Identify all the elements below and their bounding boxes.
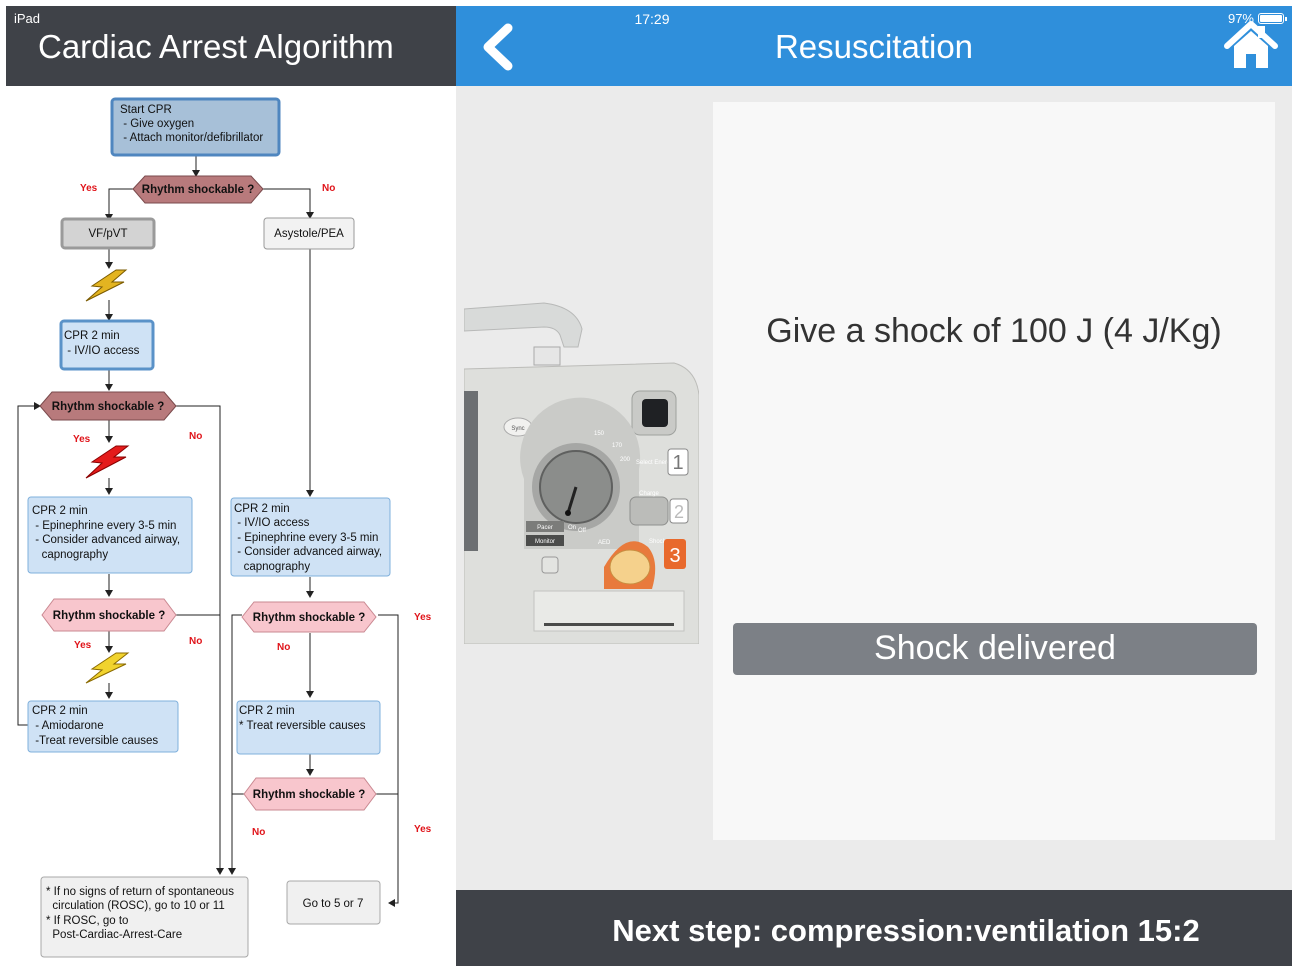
svg-text:* If no signs of return of spo: * If no signs of return of spontaneous xyxy=(46,886,234,898)
resuscitation-pane: 17:29 97% Resuscitation Sync 150 170 200… xyxy=(456,6,1292,966)
cpr-epinephrine-step: CPR 2 min - Epinephrine every 3-5 min - … xyxy=(27,496,193,574)
svg-text:- Epinephrine every 3-5 min: - Epinephrine every 3-5 min xyxy=(234,532,378,544)
svg-text:3: 3 xyxy=(669,545,680,567)
vf-pvt-step: VF/pVT xyxy=(60,217,156,250)
shock-bolt-icon xyxy=(85,269,128,302)
svg-text:Pacer: Pacer xyxy=(537,525,553,531)
svg-text:Charge: Charge xyxy=(639,491,659,497)
goto-step: Go to 5 or 7 xyxy=(286,880,381,925)
yes-label: Yes xyxy=(414,612,432,623)
svg-text:-Treat reversible causes: -Treat reversible causes xyxy=(32,735,158,747)
yes-label: Yes xyxy=(73,434,91,445)
yes-label: Yes xyxy=(414,824,432,835)
svg-text:CPR 2 min: CPR 2 min xyxy=(64,330,120,342)
svg-text:Rhythm shockable ?: Rhythm shockable ? xyxy=(253,612,365,624)
next-step-text: Next step: compression:ventilation 15:2 xyxy=(612,913,1200,948)
shock-bolt-icon xyxy=(85,652,130,684)
svg-text:On: On xyxy=(568,525,576,531)
page-title: Resuscitation xyxy=(774,28,974,65)
decision-rhythm-shockable-4: Rhythm shockable ? xyxy=(241,601,377,633)
svg-text:- Attach monitor/defibrillator: - Attach monitor/defibrillator xyxy=(120,132,263,144)
decision-rhythm-shockable-2: Rhythm shockable ? xyxy=(39,391,177,421)
next-step-bar: Next step: compression:ventilation 15:2 xyxy=(456,890,1292,966)
svg-text:VF/pVT: VF/pVT xyxy=(89,228,128,240)
svg-text:Rhythm shockable ?: Rhythm shockable ? xyxy=(52,401,164,413)
svg-text:Monitor: Monitor xyxy=(535,539,555,545)
svg-text:Go to 5 or 7: Go to 5 or 7 xyxy=(303,898,364,910)
svg-text:Start CPR: Start CPR xyxy=(120,104,172,116)
svg-text:circulation (ROSC), go to 10 o: circulation (ROSC), go to 10 or 11 xyxy=(46,900,225,912)
no-label: No xyxy=(252,827,265,838)
cpr-iv-epinephrine-step: CPR 2 min - IV/IO access - Epinephrine e… xyxy=(230,497,391,577)
shock-instruction: Give a shock of 100 J (4 J/Kg) xyxy=(766,312,1222,350)
no-label: No xyxy=(322,183,335,194)
svg-text:CPR 2 min: CPR 2 min xyxy=(239,705,295,717)
cardiac-arrest-flowchart[interactable]: Start CPR - Give oxygen - Attach monitor… xyxy=(6,86,456,966)
svg-text:* If ROSC, go to: * If ROSC, go to xyxy=(46,915,128,927)
cpr-iv-io-step: CPR 2 min - IV/IO access xyxy=(59,319,155,371)
svg-text:Rhythm shockable ?: Rhythm shockable ? xyxy=(53,610,165,622)
svg-text:CPR 2 min: CPR 2 min xyxy=(234,503,290,515)
svg-text:170: 170 xyxy=(612,443,623,449)
algorithm-title: Cardiac Arrest Algorithm xyxy=(38,28,394,65)
resuscitation-header: 17:29 97% Resuscitation xyxy=(456,6,1292,86)
svg-text:Post-Cardiac-Arrest-Care: Post-Cardiac-Arrest-Care xyxy=(46,929,182,941)
svg-text:- Consider advanced airway,: - Consider advanced airway, xyxy=(32,534,180,546)
decision-rhythm-shockable-3: Rhythm shockable ? xyxy=(41,598,177,632)
decision-rhythm-shockable-1: Rhythm shockable ? xyxy=(132,175,264,204)
cpr-reversible-causes-step: CPR 2 min * Treat reversible causes xyxy=(236,700,381,755)
no-label: No xyxy=(189,431,202,442)
svg-text:Off: Off xyxy=(578,528,586,534)
rosc-decision-note: * If no signs of return of spontaneous c… xyxy=(40,876,249,958)
device-label: iPad xyxy=(14,11,41,26)
home-button[interactable] xyxy=(1224,20,1278,70)
svg-text:CPR 2 min: CPR 2 min xyxy=(32,705,88,717)
shock-delivered-button[interactable]: Shock delivered xyxy=(733,623,1257,675)
svg-text:capnography: capnography xyxy=(234,561,310,573)
svg-text:* Treat reversible causes: * Treat reversible causes xyxy=(239,720,366,732)
svg-text:Rhythm shockable ?: Rhythm shockable ? xyxy=(253,789,365,801)
start-cpr-step: Start CPR - Give oxygen - Attach monitor… xyxy=(110,97,281,157)
home-icon xyxy=(1224,21,1278,68)
svg-text:150: 150 xyxy=(594,431,605,437)
instruction-card: Give a shock of 100 J (4 J/Kg) Shock del… xyxy=(713,102,1275,840)
no-label: No xyxy=(189,636,202,647)
svg-text:200: 200 xyxy=(620,457,631,463)
shock-bolt-icon xyxy=(85,445,130,479)
svg-text:- Epinephrine every 3-5 min: - Epinephrine every 3-5 min xyxy=(32,520,176,532)
svg-text:- Give oxygen: - Give oxygen xyxy=(120,118,194,130)
svg-text:- Amiodarone: - Amiodarone xyxy=(32,720,104,732)
svg-text:- IV/IO access: - IV/IO access xyxy=(64,345,140,357)
svg-text:Asystole/PEA: Asystole/PEA xyxy=(274,228,344,240)
yes-label: Yes xyxy=(74,640,92,651)
svg-text:capnography: capnography xyxy=(32,549,108,561)
decision-rhythm-shockable-5: Rhythm shockable ? xyxy=(243,777,377,811)
defibrillator-image: Sync 150 170 200 Select Energy 1 Charge … xyxy=(464,302,699,644)
asystole-pea-step: Asystole/PEA xyxy=(263,217,355,250)
cpr-amiodarone-step: CPR 2 min - Amiodarone -Treat reversible… xyxy=(27,700,179,753)
svg-text:AED: AED xyxy=(598,540,611,546)
algorithm-pane: iPad Cardiac Arrest Algorithm Start CPR … xyxy=(6,6,456,966)
svg-text:Sync: Sync xyxy=(511,426,524,432)
svg-text:CPR 2 min: CPR 2 min xyxy=(32,505,88,517)
svg-text:2: 2 xyxy=(674,502,684,522)
yes-label: Yes xyxy=(80,183,98,194)
svg-text:- Consider advanced airway,: - Consider advanced airway, xyxy=(234,546,382,558)
svg-text:- IV/IO access: - IV/IO access xyxy=(234,517,310,529)
algorithm-header: iPad Cardiac Arrest Algorithm xyxy=(6,6,456,86)
no-label: No xyxy=(277,642,290,653)
svg-text:1: 1 xyxy=(672,452,683,474)
svg-text:Rhythm shockable ?: Rhythm shockable ? xyxy=(142,184,254,196)
